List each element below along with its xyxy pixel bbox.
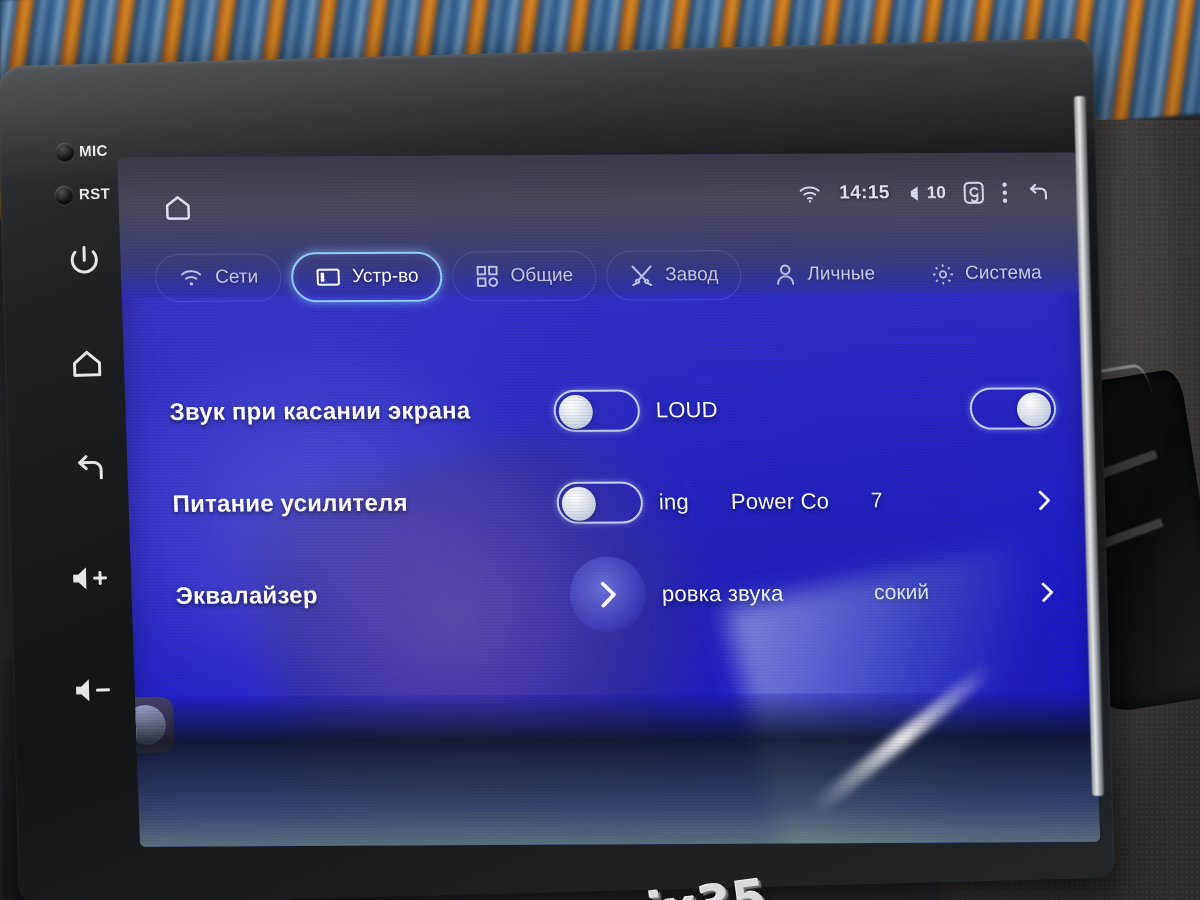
tab-label: Завод [664, 264, 719, 286]
power-button[interactable] [52, 230, 118, 292]
volume-down-button[interactable] [63, 659, 129, 721]
tab-label: Общие [510, 264, 574, 287]
setting-row-equalizer[interactable]: Эквалайзер [174, 548, 648, 642]
amplifier-power-toggle[interactable] [556, 481, 644, 524]
chevron-right-icon [1038, 490, 1050, 510]
back-arrow-icon[interactable] [1024, 181, 1051, 203]
sound-tuning-open-button[interactable] [1032, 577, 1063, 607]
setting-label: LOUD [655, 397, 719, 423]
loudness-toggle[interactable] [969, 387, 1057, 430]
person-icon [777, 264, 795, 285]
speaker-icon [76, 679, 110, 702]
mic-pinhole-button[interactable]: MIC [54, 130, 109, 174]
equalizer-open-button[interactable] [568, 556, 648, 633]
setting-row-loudness[interactable]: LOUD [654, 362, 1057, 456]
back-arrow-icon [78, 455, 103, 480]
setting-label-secondary: Power Co [730, 488, 830, 514]
wifi-icon [181, 270, 201, 286]
reset-pinhole-button[interactable]: RST [54, 173, 110, 218]
setting-label: ing [658, 489, 690, 515]
chevron-right-icon [600, 581, 616, 608]
tab-system[interactable]: Система [907, 249, 1065, 299]
tab-label: Сети [214, 266, 259, 288]
setting-row-touch-sound[interactable]: Звук при касании экрана [168, 365, 641, 459]
tab-label: Устр-во [351, 265, 419, 288]
screen-bottom-reflection [135, 692, 1101, 847]
tab-label: Система [964, 262, 1043, 284]
tab-general[interactable]: Общие [451, 250, 597, 302]
setting-row-amplifier-power[interactable]: Питание усилителя [171, 456, 644, 550]
three-dots-icon[interactable] [1001, 182, 1008, 204]
settings-tab-bar: Сети Устр-во Общие Завод Личные Система [154, 248, 1065, 303]
home-button[interactable] [54, 334, 120, 396]
gear-icon [932, 263, 953, 284]
chevron-right-icon [1041, 582, 1054, 602]
tab-device[interactable]: Устр-во [290, 251, 444, 303]
settings-left-column: Звук при касании экрана Питание усилител… [168, 365, 648, 643]
mic-pinhole-icon [54, 142, 75, 163]
wifi-icon [800, 186, 821, 203]
tab-factory[interactable]: Завод [605, 250, 743, 301]
setting-value: 7 [870, 489, 883, 513]
home-icon [73, 350, 102, 377]
volume-up-button[interactable] [60, 547, 126, 609]
power-icon [70, 246, 98, 274]
touch-sound-toggle[interactable] [553, 389, 641, 432]
vehicle-model-badge: ix35 [644, 869, 771, 900]
setting-label: Звук при касании экрана [169, 397, 471, 426]
status-time: 14:15 [838, 182, 891, 204]
status-volume-level: 10 [926, 182, 947, 203]
power-config-open-button[interactable] [1029, 485, 1060, 515]
tab-networks[interactable]: Сети [154, 253, 282, 303]
head-unit-body: MIC RST 14:15 10 Сети Устр-во Общие Заво… [0, 37, 1115, 900]
g-app-icon [963, 181, 984, 204]
setting-label: Питание усилителя [172, 489, 409, 518]
tab-label: Личные [807, 263, 876, 285]
toggle-knob-icon [561, 486, 597, 521]
tab-personal[interactable]: Личные [751, 249, 899, 300]
setting-row-power-config[interactable]: ing Power Co 7 [657, 454, 1060, 548]
speaker-icon [910, 186, 919, 201]
status-bar: 14:15 10 [798, 180, 1051, 205]
display-icon [316, 268, 340, 286]
reset-pinhole-icon [54, 185, 75, 206]
grid-icon [476, 265, 499, 287]
reset-label: RST [78, 185, 111, 204]
toggle-knob-icon [1016, 392, 1052, 427]
setting-label: Эквалайзер [175, 582, 319, 610]
back-button[interactable] [57, 438, 123, 500]
home-indicator-button[interactable] [162, 193, 193, 228]
toggle-knob-icon [558, 394, 594, 429]
tools-icon [631, 265, 652, 287]
home-pentagon-icon [165, 196, 191, 220]
speaker-icon [73, 567, 108, 590]
touchscreen-display[interactable]: 14:15 10 Сети Устр-во Общие Завод Личные… [117, 152, 1101, 847]
mic-label: MIC [78, 142, 109, 161]
status-volume: 10 [906, 183, 946, 203]
